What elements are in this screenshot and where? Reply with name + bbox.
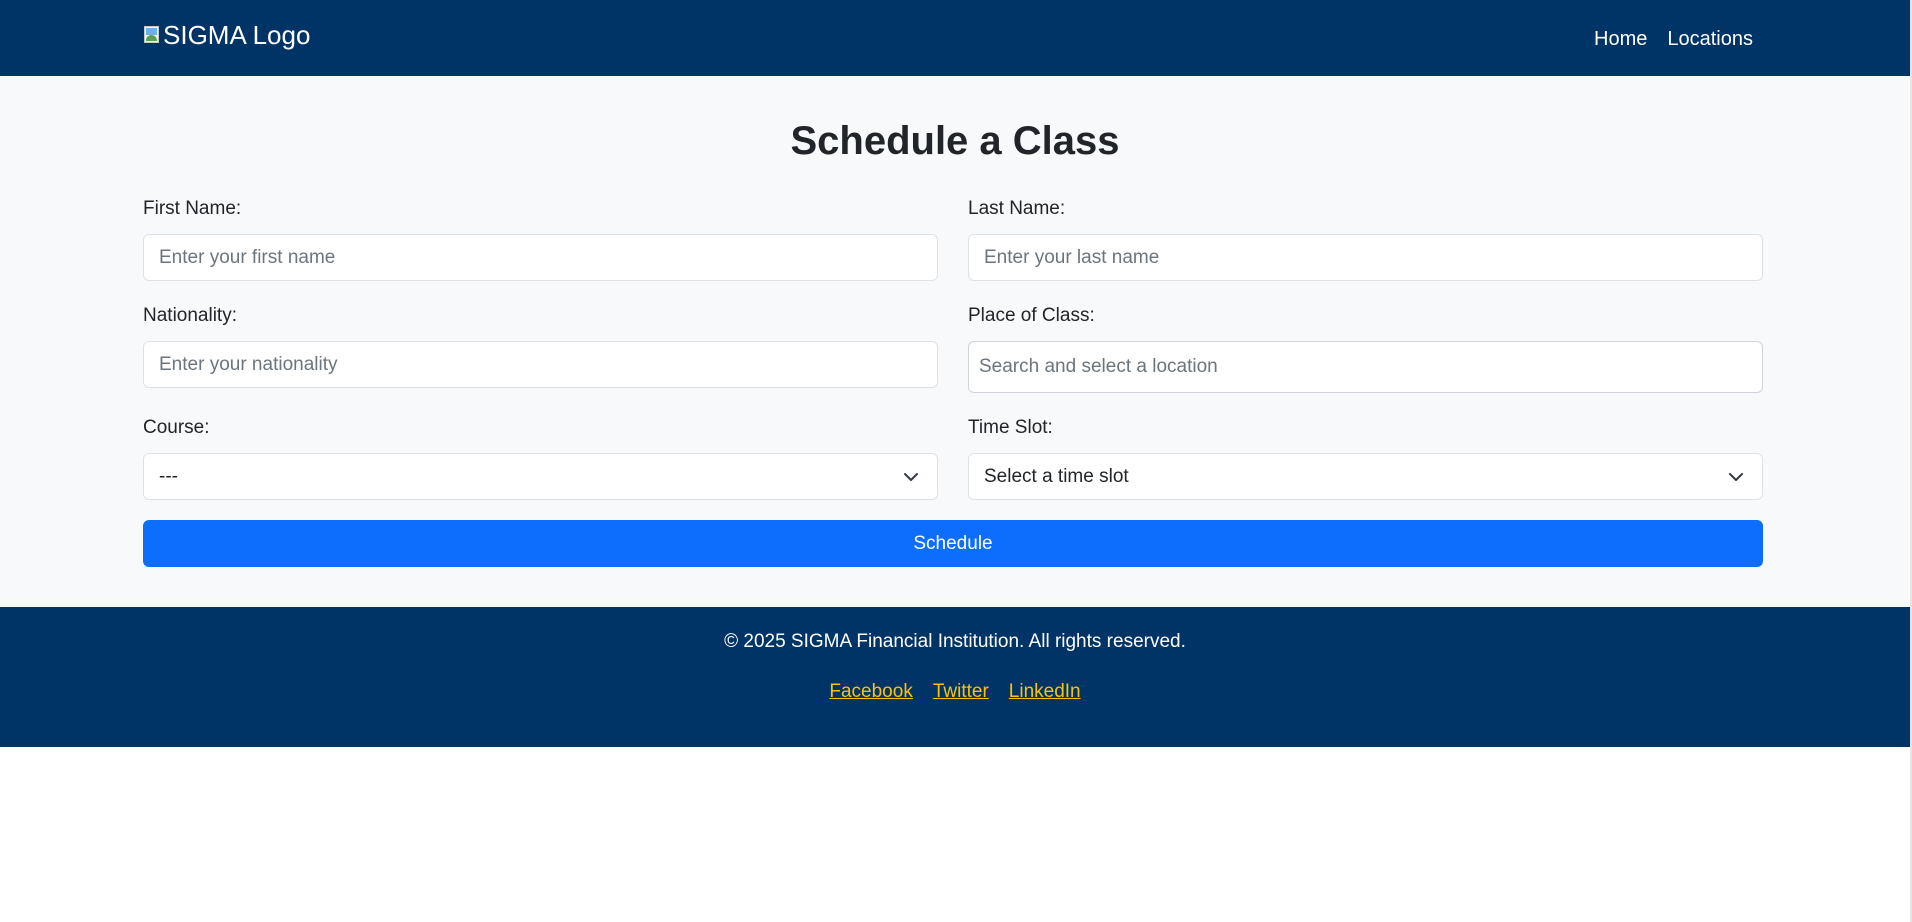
nationality-label: Nationality: bbox=[143, 305, 237, 326]
nationality-input[interactable]: Enter your nationality bbox=[143, 341, 938, 388]
linkedin-link[interactable]: LinkedIn bbox=[1009, 681, 1081, 703]
last-name-label: Last Name: bbox=[968, 198, 1066, 219]
copyright-text: © 2025 SIGMA Financial Institution. All … bbox=[724, 631, 1186, 652]
chevron-down-icon bbox=[1729, 473, 1743, 481]
chevron-down-icon bbox=[904, 473, 918, 481]
navbar: SIGMA Logo Home Locations bbox=[0, 0, 1910, 76]
logo-alt-text: SIGMA Logo bbox=[163, 20, 311, 50]
course-selected-value: --- bbox=[159, 465, 178, 487]
first-name-input[interactable]: Enter your first name bbox=[143, 234, 938, 281]
logo[interactable]: SIGMA Logo bbox=[143, 22, 310, 48]
last-name-placeholder: Enter your last name bbox=[984, 246, 1160, 268]
main-content: Schedule a Class First Name: Enter your … bbox=[0, 76, 1910, 607]
nav-link-home[interactable]: Home bbox=[1594, 28, 1647, 51]
schedule-button-label: Schedule bbox=[913, 532, 993, 554]
place-of-class-label: Place of Class: bbox=[968, 305, 1095, 326]
nationality-placeholder: Enter your nationality bbox=[159, 353, 338, 375]
broken-image-icon bbox=[143, 25, 163, 45]
facebook-link[interactable]: Facebook bbox=[829, 681, 912, 703]
twitter-link[interactable]: Twitter bbox=[933, 681, 989, 703]
course-select[interactable]: --- bbox=[143, 453, 938, 500]
place-of-class-placeholder: Search and select a location bbox=[979, 356, 1218, 377]
main-nav: Home Locations bbox=[1594, 28, 1753, 51]
time-slot-select[interactable]: Select a time slot bbox=[968, 453, 1763, 500]
footer: © 2025 SIGMA Financial Institution. All … bbox=[0, 607, 1910, 747]
first-name-placeholder: Enter your first name bbox=[159, 246, 336, 268]
time-slot-selected-value: Select a time slot bbox=[984, 465, 1129, 487]
first-name-label: First Name: bbox=[143, 198, 242, 219]
nav-link-locations[interactable]: Locations bbox=[1667, 28, 1753, 51]
last-name-input[interactable]: Enter your last name bbox=[968, 234, 1763, 281]
course-label: Course: bbox=[143, 417, 210, 438]
page-title: Schedule a Class bbox=[790, 119, 1120, 163]
social-links: Facebook Twitter LinkedIn bbox=[0, 681, 1910, 703]
place-of-class-search-input[interactable]: Search and select a location bbox=[968, 341, 1763, 393]
time-slot-label: Time Slot: bbox=[968, 417, 1053, 438]
schedule-button[interactable]: Schedule bbox=[143, 520, 1763, 567]
